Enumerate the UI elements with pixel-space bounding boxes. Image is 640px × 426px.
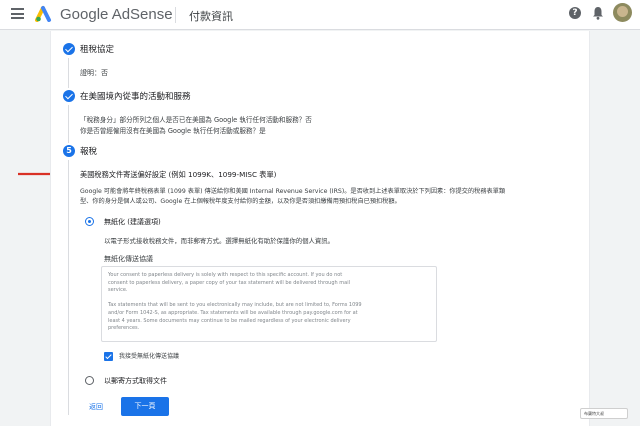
treaty-step-title[interactable]: 租稅協定	[80, 45, 114, 55]
help-icon[interactable]: ?	[569, 7, 581, 19]
bell-icon[interactable]	[592, 6, 604, 20]
paperless-radio[interactable]	[85, 217, 94, 226]
treaty-detail: 證明：否	[80, 69, 108, 77]
next-button[interactable]: 下一頁	[121, 397, 169, 416]
consent-label[interactable]: 我接受無紙化傳送協議	[119, 352, 179, 362]
us-activities-step-title[interactable]: 在美國境內從事的活動和服務	[80, 92, 191, 102]
agreement-line: and/or Form 1042-S, as appropriate. Tax …	[108, 310, 358, 316]
mail-option-label[interactable]: 以郵寄方式取得文件	[104, 376, 167, 386]
tax-report-subtitle: 美國稅務文件寄送偏好設定 (例如 1099K、1099-MISC 表單)	[80, 170, 277, 179]
tax-report-desc-line1: Google 可能會將年終稅務表單 (1099 表單) 傳送給你和美國 Inte…	[80, 188, 506, 195]
mail-radio[interactable]	[85, 376, 94, 385]
agreement-textbox[interactable]: Your consent to paperless delivery is so…	[101, 266, 437, 342]
tax-report-step-title: 報稅	[80, 147, 98, 157]
watermark: 布蘭特大叔	[580, 408, 628, 419]
header-divider	[175, 7, 176, 23]
agreement-line: preferences.	[108, 325, 140, 332]
agreement-line: Tax statements that will be sent to you …	[108, 302, 362, 309]
top-app-bar: Google AdSense 付款資訊 ?	[0, 0, 640, 30]
agreement-title: 無紙化傳送協議	[104, 255, 153, 263]
paperless-desc: 以電子形式接收稅務文件，而非郵寄方式。選擇無紙化有助於保護你的個人資訊。	[104, 237, 335, 245]
us-activities-desc-line1: 「稅務身分」部分所列之個人是否已在美國為 Google 執行任何活動和服務？否	[80, 116, 312, 124]
check-circle-icon	[63, 43, 75, 55]
back-button[interactable]: 返回	[89, 402, 103, 412]
page-title: 付款資訊	[189, 10, 233, 23]
payment-info-card	[50, 31, 590, 426]
agreement-line: service.	[108, 287, 128, 294]
step-number-badge: 5	[63, 145, 75, 157]
agreement-line: least 4 years. Some documents may contin…	[108, 317, 351, 324]
consent-checkbox[interactable]	[104, 352, 113, 361]
brand-name: Google AdSense	[60, 6, 173, 23]
step-connector	[68, 58, 69, 88]
adsense-logo[interactable]	[35, 4, 55, 22]
agreement-line: consent to paperless delivery, a paper c…	[108, 279, 350, 286]
us-activities-desc-line2: 你是否曾經僱用沒有在美國為 Google 執行任何活動或服務？是	[80, 127, 266, 135]
check-circle-icon	[63, 90, 75, 102]
step-connector	[68, 105, 69, 143]
menu-icon[interactable]	[11, 8, 24, 19]
agreement-line: Your consent to paperless delivery is so…	[108, 272, 343, 278]
paperless-label[interactable]: 無紙化 (建議選項)	[104, 217, 161, 227]
tax-report-desc-line2: 型、你的身分是個人或公司、Google 在上個報稅年度支付給你的金額，以及你是否…	[80, 198, 401, 205]
avatar[interactable]	[613, 3, 632, 22]
avatar-image	[617, 6, 628, 17]
step-connector	[68, 160, 69, 415]
